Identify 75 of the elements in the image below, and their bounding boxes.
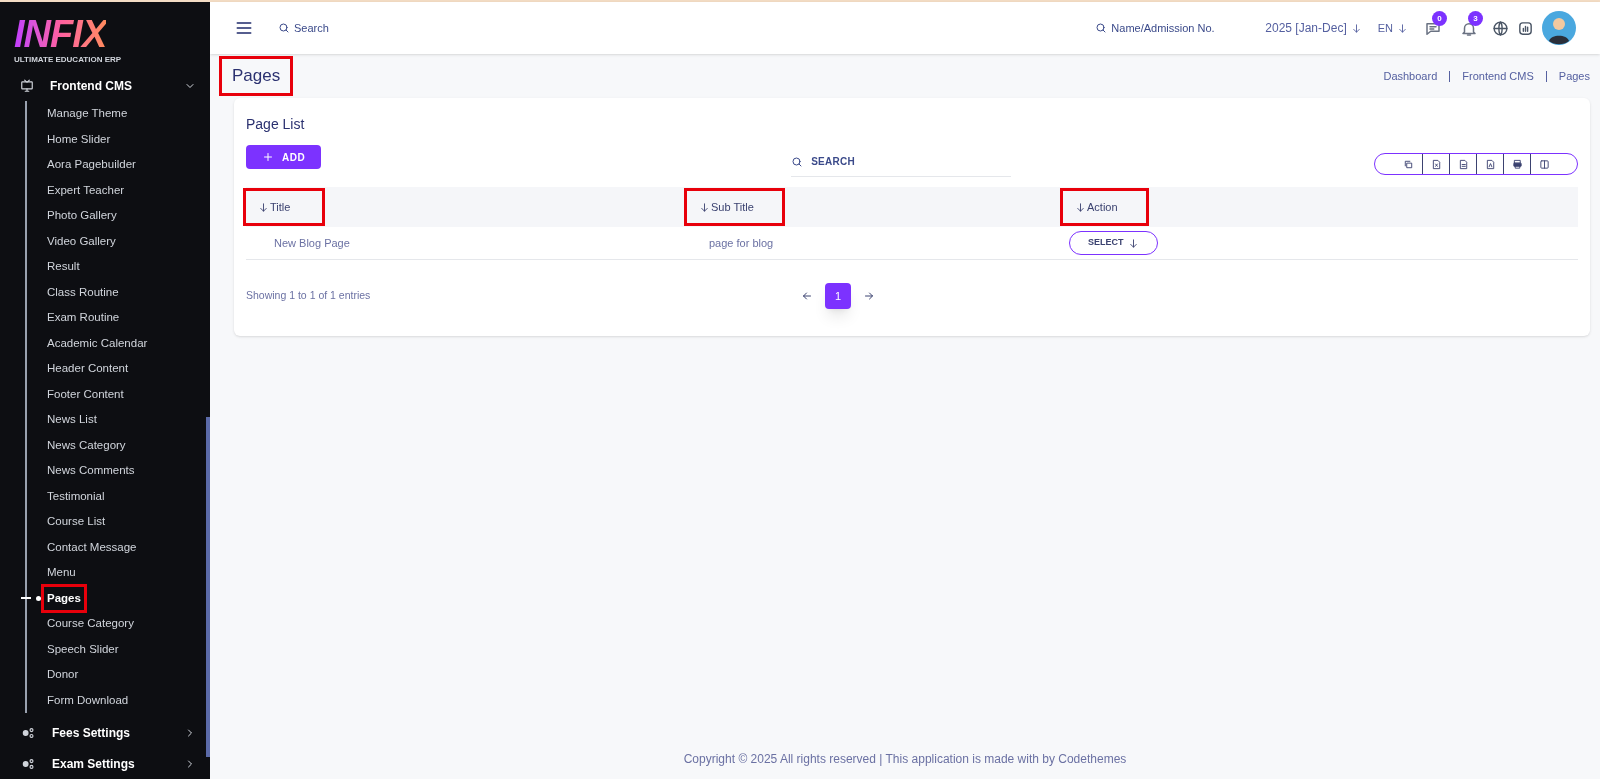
table-cell-text: New Blog Page bbox=[273, 235, 350, 251]
breadcrumb-link[interactable]: Dashboard bbox=[1383, 67, 1438, 85]
sidebar-item[interactable]: Donor bbox=[44, 663, 82, 687]
sidebar-item[interactable]: News List bbox=[44, 408, 100, 432]
sidebar-item[interactable]: Pages bbox=[44, 586, 84, 610]
search-icon bbox=[1095, 22, 1108, 34]
sidebar-item[interactable]: Exam Settings bbox=[48, 754, 172, 773]
gears-icon bbox=[20, 725, 36, 740]
logo-tagline: ULTIMATE EDUCATION ERP bbox=[14, 54, 122, 66]
next-page-icon bbox=[863, 290, 875, 302]
chart-icon bbox=[1517, 19, 1534, 37]
sidebar-item[interactable]: News Comments bbox=[44, 459, 138, 483]
gears-icon bbox=[20, 756, 36, 771]
plus-icon bbox=[262, 151, 274, 163]
sidebar-item[interactable]: News Category bbox=[44, 433, 129, 457]
session-select[interactable]: 2025 [Jan-Dec] bbox=[1265, 19, 1347, 37]
search-icon bbox=[278, 22, 290, 34]
sidebar-item[interactable]: Expert Teacher bbox=[44, 178, 128, 202]
page-button[interactable]: 1 bbox=[825, 283, 851, 309]
arrow-down-icon bbox=[1350, 22, 1362, 34]
print-icon bbox=[1511, 158, 1523, 170]
sidebar-item[interactable]: Aora Pagebuilder bbox=[44, 153, 139, 177]
search-field[interactable]: Search bbox=[294, 19, 414, 37]
breadcrumb-link[interactable]: Frontend CMS bbox=[1462, 67, 1534, 85]
sidebar-item[interactable]: Photo Gallery bbox=[44, 204, 120, 228]
sidebar-item[interactable]: Frontend CMS bbox=[46, 76, 172, 95]
sidebar-item[interactable]: Result bbox=[44, 255, 83, 279]
sidebar-item[interactable]: Academic Calendar bbox=[44, 331, 151, 355]
sidebar-item[interactable]: Contact Message bbox=[44, 535, 140, 559]
sidebar-item[interactable]: Course List bbox=[44, 510, 109, 534]
sidebar-item[interactable]: Footer Content bbox=[44, 382, 127, 406]
page-title: Pages bbox=[222, 59, 291, 93]
add-button[interactable]: ADD bbox=[246, 145, 322, 169]
columns-icon bbox=[1538, 158, 1550, 170]
search-icon bbox=[791, 155, 804, 168]
sidebar-item[interactable]: Menu bbox=[44, 561, 79, 585]
bell-icon bbox=[1460, 20, 1478, 38]
card-title: Page List bbox=[246, 115, 305, 134]
avatar[interactable] bbox=[1542, 11, 1576, 45]
language-select[interactable]: EN bbox=[1377, 19, 1393, 37]
column-header[interactable]: Action bbox=[1063, 190, 1146, 224]
arrow-down-icon bbox=[258, 201, 269, 213]
sidebar-item[interactable]: Course Category bbox=[44, 612, 137, 636]
entries-info: Showing 1 to 1 of 1 entries bbox=[246, 288, 372, 304]
pdf-file-icon bbox=[1484, 158, 1496, 170]
count-badge: 0 bbox=[1432, 11, 1447, 26]
chat-icon bbox=[1424, 20, 1442, 38]
arrow-down-icon bbox=[699, 201, 710, 213]
copy-icon bbox=[1403, 158, 1414, 170]
previous-page-icon bbox=[801, 290, 813, 302]
column-header[interactable]: Title bbox=[246, 190, 323, 224]
copyright-text: Copyright © 2025 All rights reserved | This application is made with by Codethemes bbox=[683, 751, 1127, 768]
sidebar-item[interactable]: Video Gallery bbox=[44, 229, 119, 253]
sidebar-item[interactable]: Class Routine bbox=[44, 280, 122, 304]
globe-icon bbox=[1492, 19, 1509, 37]
sidebar-item[interactable]: Header Content bbox=[44, 357, 132, 381]
search-field[interactable]: SEARCH bbox=[811, 154, 992, 169]
monitor-icon bbox=[20, 78, 34, 93]
breadcrumb-current: Pages bbox=[1558, 68, 1590, 84]
sidebar-item[interactable]: Form Download bbox=[44, 688, 132, 712]
arrow-down-icon bbox=[1127, 237, 1139, 249]
sidebar-item[interactable]: Exam Routine bbox=[44, 306, 123, 330]
column-header[interactable]: Sub Title bbox=[687, 190, 782, 224]
sidebar-item[interactable]: Speech Slider bbox=[44, 637, 122, 661]
csv-file-icon bbox=[1457, 158, 1469, 170]
excel-file-icon bbox=[1430, 158, 1442, 170]
arrow-down-icon bbox=[1075, 201, 1086, 213]
student-search-field[interactable]: Name/Admission No. bbox=[1111, 19, 1242, 37]
sidebar-item[interactable]: Home Slider bbox=[44, 127, 114, 151]
sidebar-item[interactable]: Testimonial bbox=[44, 484, 108, 508]
table-cell-text: page for blog bbox=[708, 235, 774, 251]
count-badge: 3 bbox=[1468, 11, 1483, 26]
sidebar-item[interactable]: Manage Theme bbox=[44, 102, 131, 126]
arrow-down-icon bbox=[1397, 22, 1408, 34]
sidebar-item[interactable]: Fees Settings bbox=[48, 723, 172, 742]
